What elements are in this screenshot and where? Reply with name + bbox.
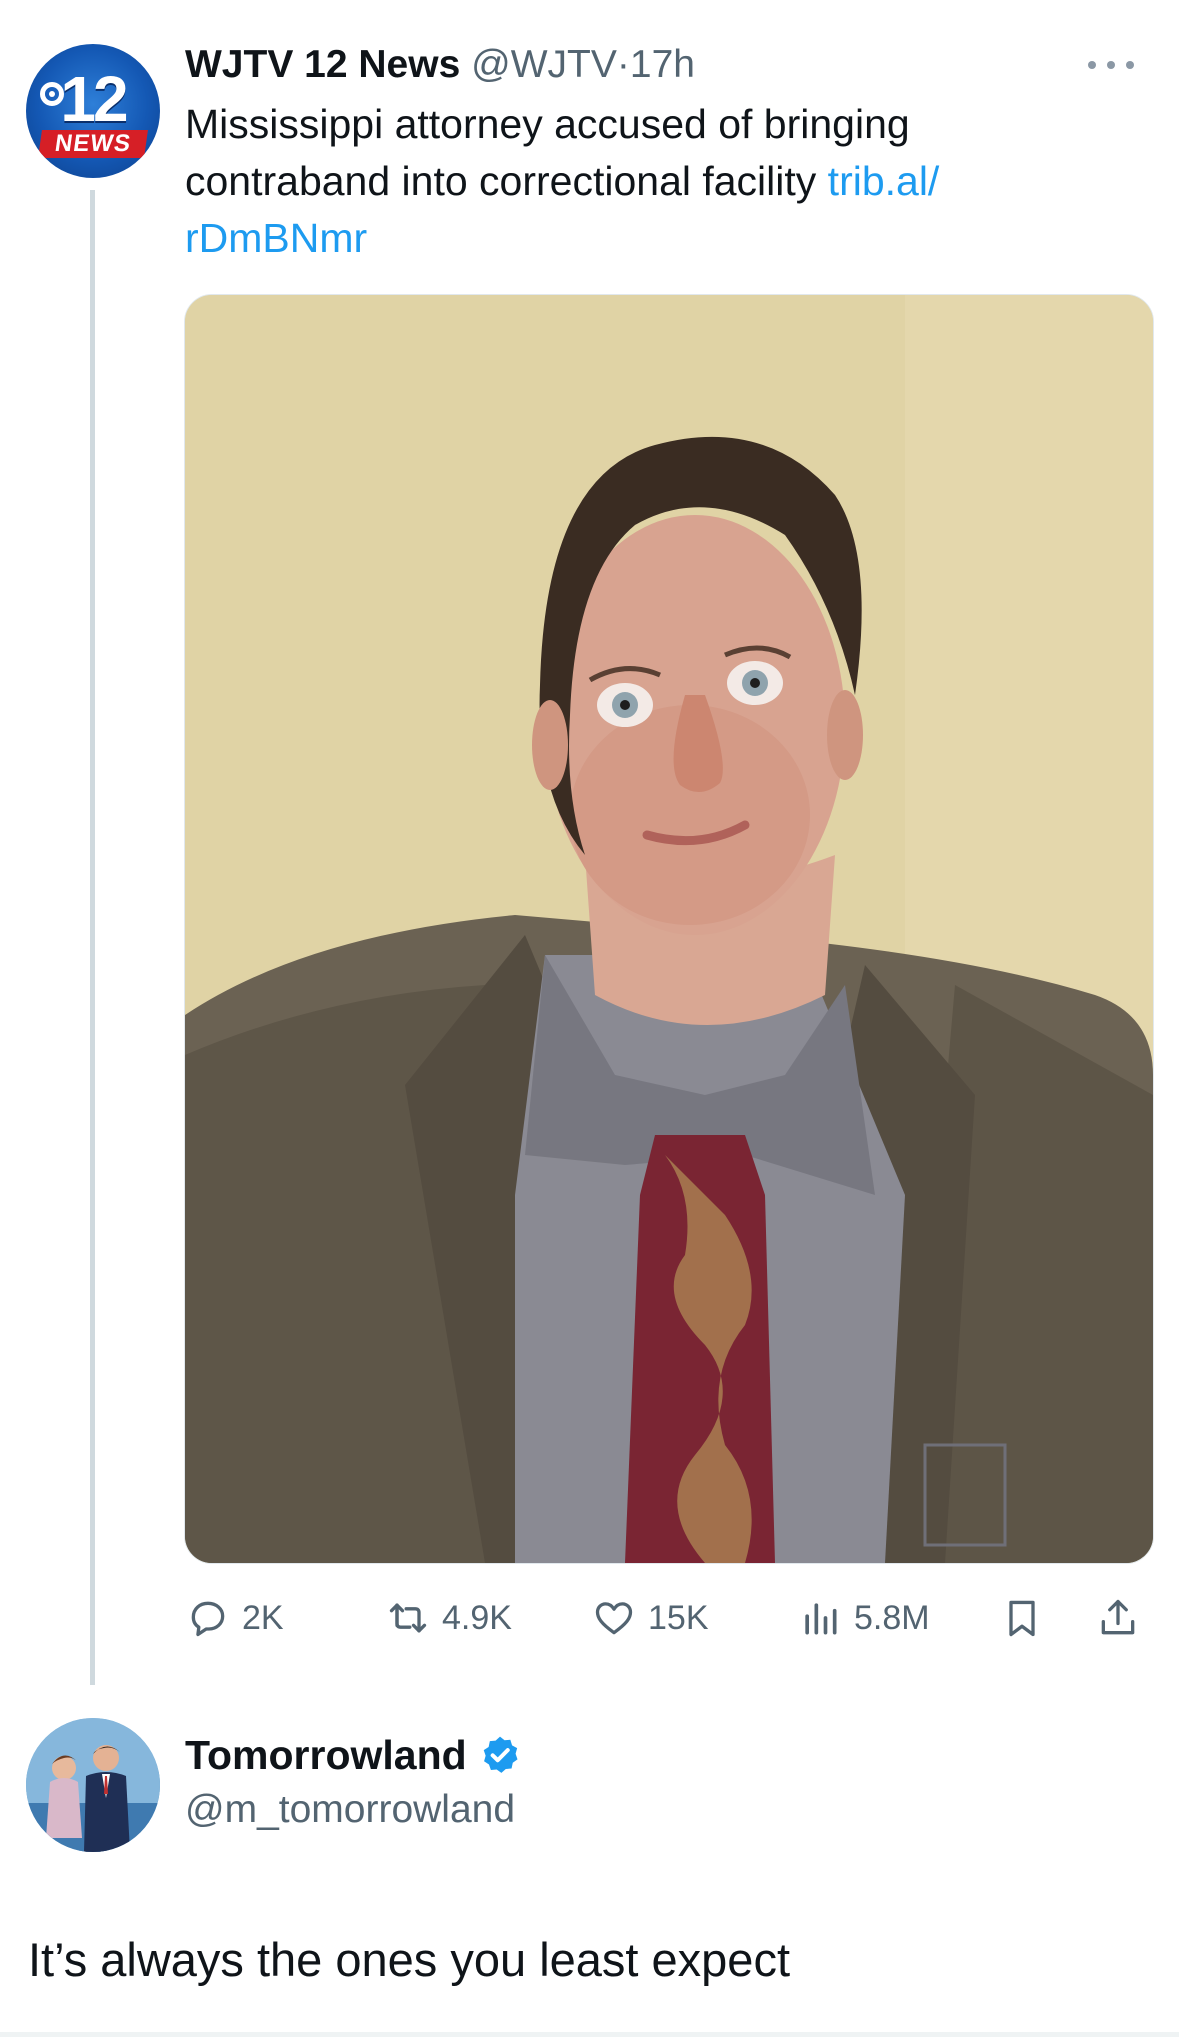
retweet-count: 4.9K xyxy=(442,1598,512,1637)
photo-illustration xyxy=(185,295,1153,1563)
share-button[interactable] xyxy=(1096,1590,1152,1646)
tomorrowland-avatar[interactable] xyxy=(26,1718,160,1852)
thread-line xyxy=(90,190,95,1685)
reply-author-name[interactable]: Tomorrowland xyxy=(185,1732,467,1778)
views-icon xyxy=(805,1603,837,1635)
reply-text: It’s always the ones you least expect xyxy=(28,1933,791,1986)
wjtv-avatar[interactable]: 12 NEWS xyxy=(26,44,160,178)
retweet-button[interactable]: 4.9K xyxy=(386,1590,512,1646)
like-button[interactable]: 15K xyxy=(592,1590,709,1646)
more-icon[interactable] xyxy=(1088,55,1134,75)
tweet-body: Mississippi attorney accused of bringing… xyxy=(185,101,910,204)
views-count: 5.8M xyxy=(854,1598,930,1637)
tweet-action-bar: 2K 4.9K 15K 5.8M xyxy=(186,1590,1152,1646)
tweet-link-line2[interactable]: rDmBNmr xyxy=(185,215,367,261)
like-icon xyxy=(595,1602,633,1635)
reply-header: Tomorrowland xyxy=(185,1728,521,1782)
bookmark-button[interactable] xyxy=(1000,1590,1056,1646)
author-name[interactable]: WJTV 12 News xyxy=(185,43,460,86)
avatar-illustration xyxy=(26,1718,160,1852)
reply-author-handle[interactable]: @m_tomorrowland xyxy=(185,1783,515,1837)
views-button[interactable]: 5.8M xyxy=(798,1590,930,1646)
tweet-time[interactable]: 17h xyxy=(630,43,695,86)
verified-badge-icon[interactable] xyxy=(479,1734,521,1776)
header-separator: · xyxy=(616,43,630,86)
share-icon xyxy=(1101,1599,1135,1635)
bookmark-icon xyxy=(1009,1600,1035,1637)
avatar-news-label: NEWS xyxy=(38,130,148,158)
like-count: 15K xyxy=(648,1598,709,1637)
tweet-photo[interactable] xyxy=(184,294,1154,1564)
reply-count: 2K xyxy=(242,1598,284,1637)
tweet-link-line1[interactable]: trib.al/ xyxy=(828,158,940,204)
avatar-channel-number: 12 xyxy=(60,63,128,135)
reply-button[interactable]: 2K xyxy=(186,1590,284,1646)
author-handle[interactable]: @WJTV xyxy=(471,43,617,86)
tweet-header: WJTV 12 News @WJTV·17h xyxy=(185,38,695,92)
reply-icon xyxy=(191,1601,225,1637)
divider xyxy=(0,2032,1179,2037)
retweet-icon xyxy=(389,1603,427,1633)
tweet-text: Mississippi attorney accused of bringing… xyxy=(185,96,1085,267)
